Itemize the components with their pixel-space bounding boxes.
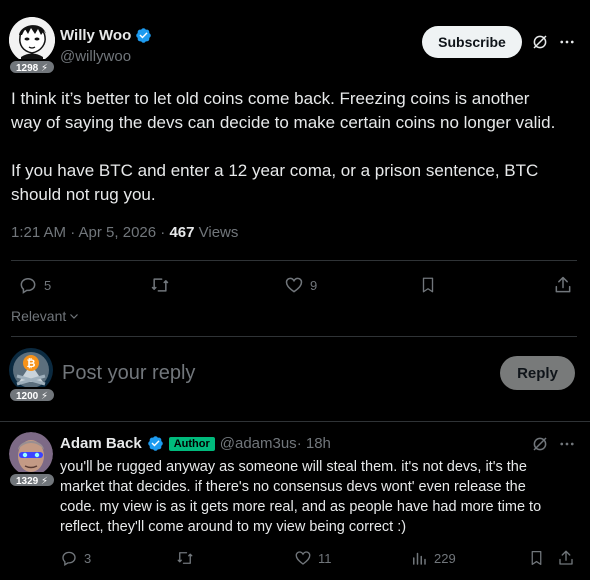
- my-avatar[interactable]: ₿: [9, 348, 53, 392]
- reply-text-line: reflect, they'll come around to my view …: [60, 519, 407, 535]
- score-value: 1200: [16, 391, 39, 402]
- post-text-line: way of saying the devs can decide to mak…: [11, 113, 556, 132]
- reply-icon: [62, 551, 76, 566]
- more-options-icon[interactable]: [558, 435, 576, 453]
- reply-author-name[interactable]: Adam Back: [60, 435, 142, 452]
- svg-text:₿: ₿: [27, 357, 36, 370]
- author-tag-badge: Author: [168, 436, 215, 451]
- more-options-icon[interactable]: [558, 33, 576, 51]
- post-text: I think it’s better to let old coins com…: [11, 87, 586, 207]
- heart-icon: [285, 277, 303, 293]
- lightning-icon: ⚡: [41, 391, 49, 402]
- sort-label: Relevant: [11, 308, 67, 324]
- score-value: 1329: [16, 476, 39, 487]
- reply-like-action[interactable]: 11: [294, 549, 332, 567]
- verified-badge-icon: [147, 435, 164, 452]
- reply-author-handle[interactable]: @adam3us: [220, 435, 297, 452]
- author-name[interactable]: Willy Woo: [60, 27, 131, 44]
- post-timestamp[interactable]: 1:21 AM · Apr 5, 2026 ·: [11, 224, 169, 241]
- reply-views-count: 229: [434, 550, 456, 566]
- post-text-line: I think it’s better to let old coins com…: [11, 89, 530, 108]
- divider: [0, 421, 590, 422]
- my-score-badge: 1200 ⚡: [8, 387, 57, 403]
- grok-icon[interactable]: [531, 33, 549, 51]
- reply-reply-count: 3: [84, 550, 92, 566]
- reply-repost-action[interactable]: [175, 549, 195, 567]
- heart-icon: [295, 551, 311, 565]
- adam-score-badge: 1329 ⚡: [8, 472, 57, 488]
- reply-action[interactable]: 5: [18, 275, 51, 295]
- repost-icon: [177, 552, 193, 564]
- reply-text-line: you'll be rugged anyway as someone will …: [60, 459, 527, 475]
- like-count: 9: [310, 277, 318, 293]
- reply-views-action[interactable]: 229: [410, 549, 456, 567]
- views-label: Views: [194, 224, 239, 241]
- bookmark-icon: [422, 277, 434, 293]
- post-meta: 1:21 AM · Apr 5, 2026 · 467 Views: [11, 224, 238, 241]
- reply-time[interactable]: · 18h: [297, 435, 331, 452]
- repost-icon: [151, 278, 169, 292]
- lightning-icon: ⚡: [41, 63, 49, 74]
- adam-back-avatar[interactable]: [9, 432, 53, 476]
- reply-button-label: Reply: [517, 364, 558, 382]
- reply-button[interactable]: Reply: [500, 356, 575, 390]
- post-text-line: should not rug you.: [11, 185, 156, 204]
- chevron-down-icon: [70, 314, 79, 319]
- reply-share-action[interactable]: [557, 549, 575, 567]
- reply-icon: [20, 277, 36, 294]
- views-count: 467: [169, 224, 195, 241]
- reply-bookmark-action[interactable]: [528, 549, 545, 567]
- bookmark-action[interactable]: [419, 275, 437, 295]
- analytics-icon: [413, 552, 426, 565]
- reply-like-count: 11: [318, 550, 332, 566]
- share-icon: [555, 276, 571, 293]
- divider: [11, 260, 577, 261]
- reply-count: 5: [44, 277, 52, 293]
- reply-text: you'll be rugged anyway as someone will …: [60, 457, 588, 537]
- sort-dropdown[interactable]: Relevant: [11, 308, 80, 324]
- like-action[interactable]: 9: [284, 275, 317, 295]
- author-handle[interactable]: @willywoo: [60, 48, 131, 65]
- bookmark-icon: [531, 550, 542, 566]
- share-icon: [559, 550, 573, 565]
- subscribe-label: Subscribe: [438, 34, 506, 50]
- post-text-line: If you have BTC and enter a 12 year coma…: [11, 161, 539, 180]
- share-action[interactable]: [553, 275, 573, 295]
- subscribe-button[interactable]: Subscribe: [422, 26, 522, 58]
- reply-text-line: code. my view is as it gets more real, a…: [60, 499, 542, 515]
- willy-woo-avatar[interactable]: [9, 17, 55, 63]
- score-value: 1298: [16, 63, 39, 74]
- reply-reply-action[interactable]: 3: [60, 549, 91, 567]
- reply-input[interactable]: Post your reply: [62, 362, 482, 385]
- verified-badge-icon: [135, 27, 152, 44]
- divider: [11, 336, 577, 337]
- lightning-icon: ⚡: [41, 476, 49, 487]
- grok-icon[interactable]: [531, 435, 549, 453]
- author-score-badge: 1298 ⚡: [8, 59, 57, 75]
- reply-text-line: market that decides. if there's no conse…: [60, 479, 526, 495]
- repost-action[interactable]: [149, 275, 171, 295]
